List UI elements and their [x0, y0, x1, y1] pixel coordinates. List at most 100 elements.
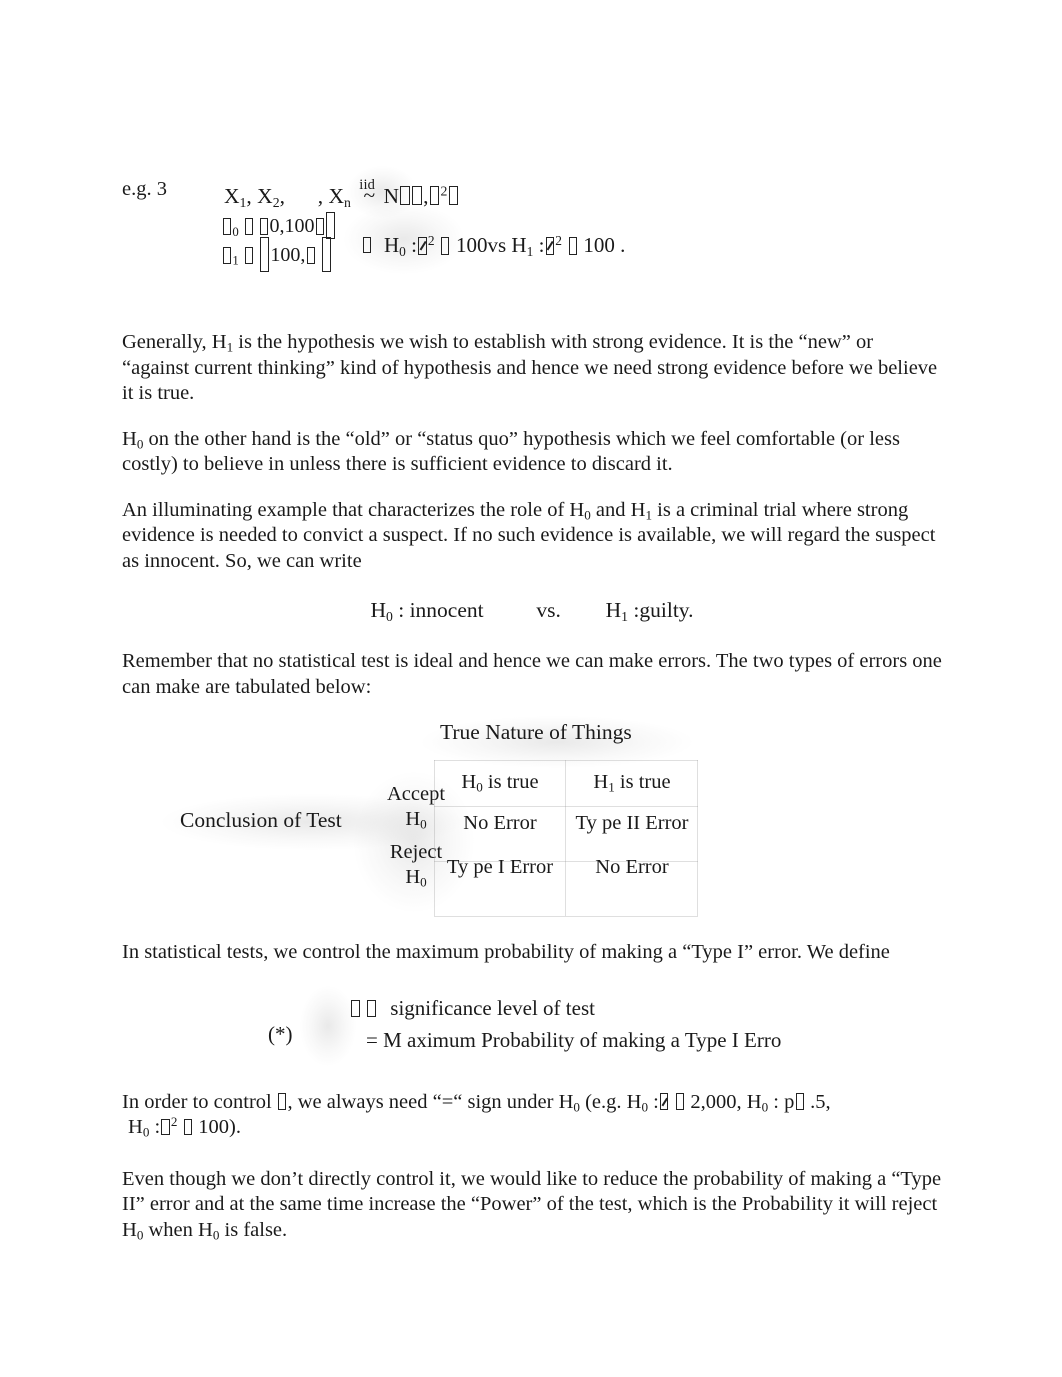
colon: : — [398, 598, 405, 622]
h0-symbol: H — [461, 771, 477, 793]
h0-subscript: 0 — [641, 1099, 649, 1115]
h0-symbol: H — [746, 1090, 762, 1113]
hypothesis-statement-line: H0 : innocent vs. H1 :guilty. — [122, 598, 942, 623]
paragraph-type-two-power: Even though we don’t directly control it… — [122, 1167, 942, 1244]
paragraph-criminal-trial: An illuminating example that characteriz… — [122, 498, 942, 575]
h1-symbol: H — [630, 498, 646, 521]
h0-symbol: H — [558, 1090, 574, 1113]
comma: , — [736, 1090, 742, 1113]
random-variables: X1, X2, — [224, 183, 291, 210]
vs-label: vs — [487, 233, 507, 257]
brace-tofu-icon — [326, 212, 335, 239]
mu-tofu-icon — [660, 1093, 669, 1110]
paren-close-tofu-icon — [448, 185, 459, 206]
h0-subscript: 0 — [420, 816, 427, 832]
paragraph-order-to-control: In order to control , we always need “=“… — [122, 1090, 942, 1141]
h0-subscript: 0 — [420, 874, 427, 890]
period: . — [688, 598, 694, 622]
alpha-tofu-icon — [278, 1093, 287, 1110]
h1-subscript: 1 — [621, 608, 629, 624]
less-equal-tofu-icon — [675, 1093, 685, 1110]
h1-statement-text: guilty — [639, 598, 689, 622]
h0-symbol: H — [569, 498, 585, 521]
h0-symbol: H — [626, 1090, 642, 1113]
column-header-h0-true: H0 is true — [434, 760, 566, 801]
table-rule-bottom — [434, 916, 698, 917]
example-cases: 0 0,100 1 100, — [222, 212, 336, 273]
paragraph-control-maximum: In statistical tests, we control the max… — [122, 941, 890, 963]
equals-definition-tofu-icon — [367, 999, 376, 1018]
significance-line-1: significance level of test — [350, 996, 595, 1021]
h0-symbol: H — [405, 808, 421, 830]
page-content: e.g. 3 X1, X2, , Xn iid ~ N,2 0 0,100 1 … — [122, 160, 942, 1263]
column-header-h0-text: is true — [487, 771, 539, 793]
h0-symbol: H — [122, 1218, 137, 1241]
colon: : — [773, 1090, 779, 1113]
sigma-tofu-icon — [223, 247, 232, 264]
bracket-close-tofu-icon — [315, 218, 324, 235]
comma: , — [423, 183, 429, 208]
h1-symbol: H — [511, 233, 527, 257]
iid-label: iid — [359, 177, 376, 193]
eg-open: (e.g. — [585, 1090, 622, 1113]
h0-symbol: H — [128, 1116, 143, 1138]
sigma-exponent: 2 — [555, 233, 563, 249]
table-title: True Nature of Things — [440, 720, 632, 744]
sigma-tofu-icon — [161, 1118, 170, 1136]
h1-subscript: 1 — [226, 339, 234, 355]
column-header-h1-true: H1 is true — [566, 760, 698, 801]
h1-subscript: 1 — [608, 779, 615, 795]
document-page: e.g. 3 X1, X2, , Xn iid ~ N,2 0 0,100 1 … — [0, 0, 1062, 1377]
h0-subscript: 0 — [573, 1099, 580, 1115]
h0-subscript: 0 — [136, 1227, 144, 1243]
equation-marker: (*) — [268, 1021, 293, 1046]
table-header-row: H0 is true H1 is true — [434, 760, 698, 801]
sigma-exponent: 2 — [427, 233, 435, 249]
less-equal-tofu-icon — [183, 1118, 192, 1136]
implies-tofu-icon — [363, 237, 372, 254]
h0-subscript: 0 — [476, 779, 483, 795]
h0-subscript: 0 — [385, 608, 393, 624]
h1-value: 100 — [583, 233, 615, 257]
generally-text: is the hypothesis we wish to establish w… — [122, 331, 938, 404]
vs-label: vs. — [536, 598, 561, 622]
h0-subscript: 0 — [142, 1124, 150, 1140]
sigma-exponent: 2 — [440, 183, 448, 199]
table-cell-accept-h0-true: No Error — [463, 812, 537, 834]
significance-definition-block: (*) significance level of test = M aximu… — [122, 985, 942, 1068]
greater-than-tofu-icon — [568, 237, 577, 255]
implies-arrow — [362, 230, 372, 260]
example-distribution-line: X1, X2, , Xn iid ~ N,2 — [224, 170, 459, 211]
mu-tofu-icon — [412, 185, 422, 206]
h0-subscript: 0 — [584, 507, 591, 523]
conjunction-and: and — [595, 498, 626, 521]
sigma-tofu-icon — [545, 237, 555, 255]
paren-open-tofu-icon — [400, 185, 410, 206]
element-of-tofu-icon — [244, 247, 253, 264]
bracket-close-tofu-icon — [321, 237, 331, 273]
table-cell-accept-h1-true: Ty pe II Error — [575, 812, 689, 834]
infinity-tofu-icon — [306, 247, 315, 264]
h0-subscript: 0 — [761, 1099, 769, 1115]
alpha-tofu-icon — [351, 999, 360, 1018]
table-row-header-label: Conclusion of Test — [180, 808, 342, 832]
h0-symbol: H — [384, 233, 400, 257]
paragraph-h0-status-quo: H0 on the other hand is the “old” or “st… — [122, 427, 942, 478]
table-row: Ty pe I Error No Error — [434, 845, 698, 889]
case-row-0: 0 0,100 — [222, 212, 336, 240]
p-value: .5, — [810, 1090, 831, 1113]
example-hypotheses: H0 :2 100vs H1 :2 100 . — [384, 230, 625, 260]
sigma-tofu-icon — [418, 237, 427, 255]
order-control-lead: In order to control — [122, 1090, 272, 1113]
period: . — [620, 233, 626, 257]
h0-value: 100 — [455, 233, 488, 257]
sigma-tofu-icon — [429, 185, 440, 206]
colon: : — [538, 233, 545, 257]
less-equal-tofu-icon — [441, 237, 450, 255]
element-of-tofu-icon — [244, 218, 253, 235]
close-paren: ). — [229, 1116, 241, 1138]
compression-halo — [300, 985, 356, 1066]
order-control-mid: , we always need “=“ sign under — [287, 1090, 554, 1113]
h0-symbol: H — [405, 866, 421, 888]
table-cell-reject-h1-true: No Error — [595, 856, 669, 878]
